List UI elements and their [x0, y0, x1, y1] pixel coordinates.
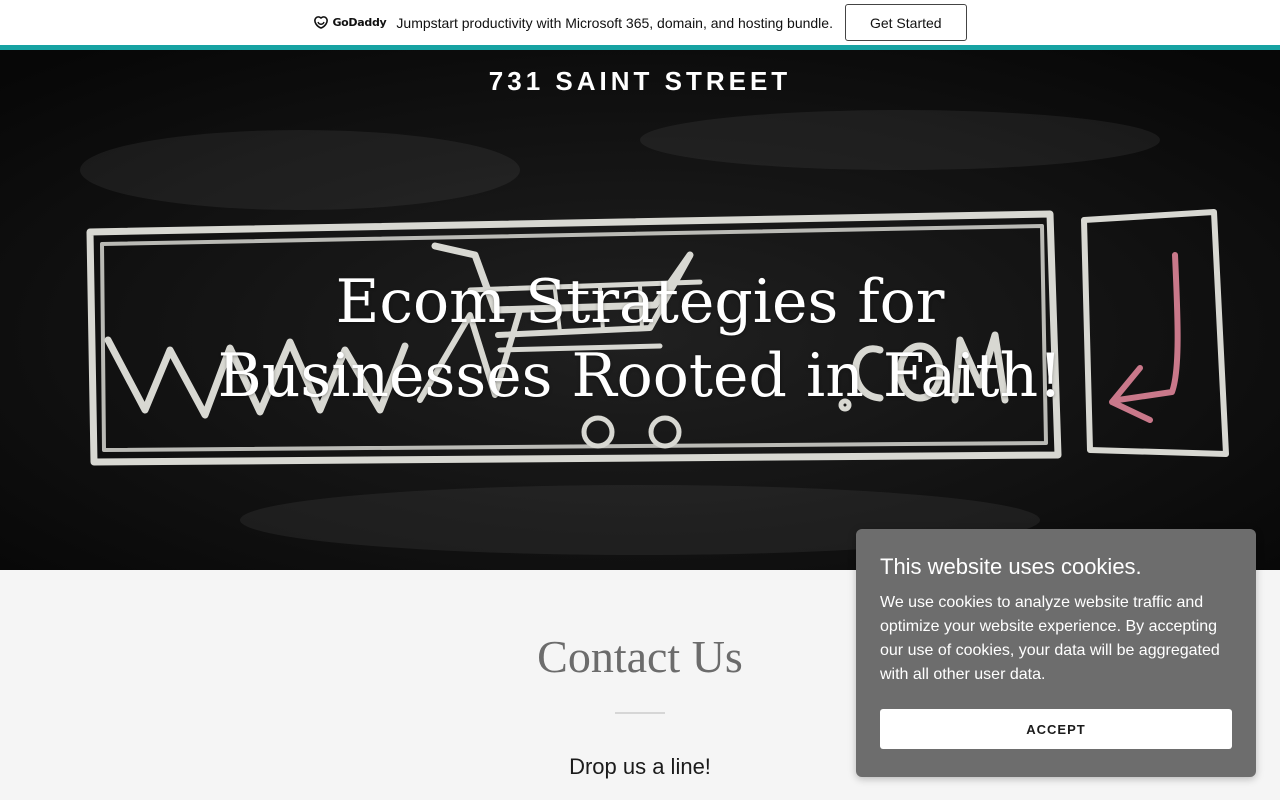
cookie-body-text: We use cookies to analyze website traffi…: [880, 594, 1220, 683]
accept-cookies-button[interactable]: ACCEPT: [880, 709, 1232, 749]
godaddy-logo[interactable]: GoDaddy: [313, 15, 387, 30]
hero-heading-line-2: Businesses Rooted in Faith!: [217, 341, 1063, 411]
hero-heading: Ecom Strategies for Businesses Rooted in…: [140, 265, 1140, 413]
promo-bar: GoDaddy Jumpstart productivity with Micr…: [0, 0, 1280, 45]
godaddy-icon: [314, 15, 329, 29]
get-started-button[interactable]: Get Started: [844, 4, 967, 41]
cookie-banner: This website uses cookies. We use cookie…: [856, 529, 1256, 777]
cookie-title: This website uses cookies.: [880, 554, 1142, 579]
section-divider: [615, 712, 665, 714]
site-title[interactable]: 731 SAINT STREET: [0, 66, 1280, 97]
godaddy-logo-text: GoDaddy: [332, 16, 387, 29]
hero-section: 731 SAINT STREET Ecom Strategies for Bus…: [0, 50, 1280, 570]
hero-heading-line-1: Ecom Strategies for: [335, 267, 945, 337]
promo-message: Jumpstart productivity with Microsoft 36…: [396, 14, 833, 31]
